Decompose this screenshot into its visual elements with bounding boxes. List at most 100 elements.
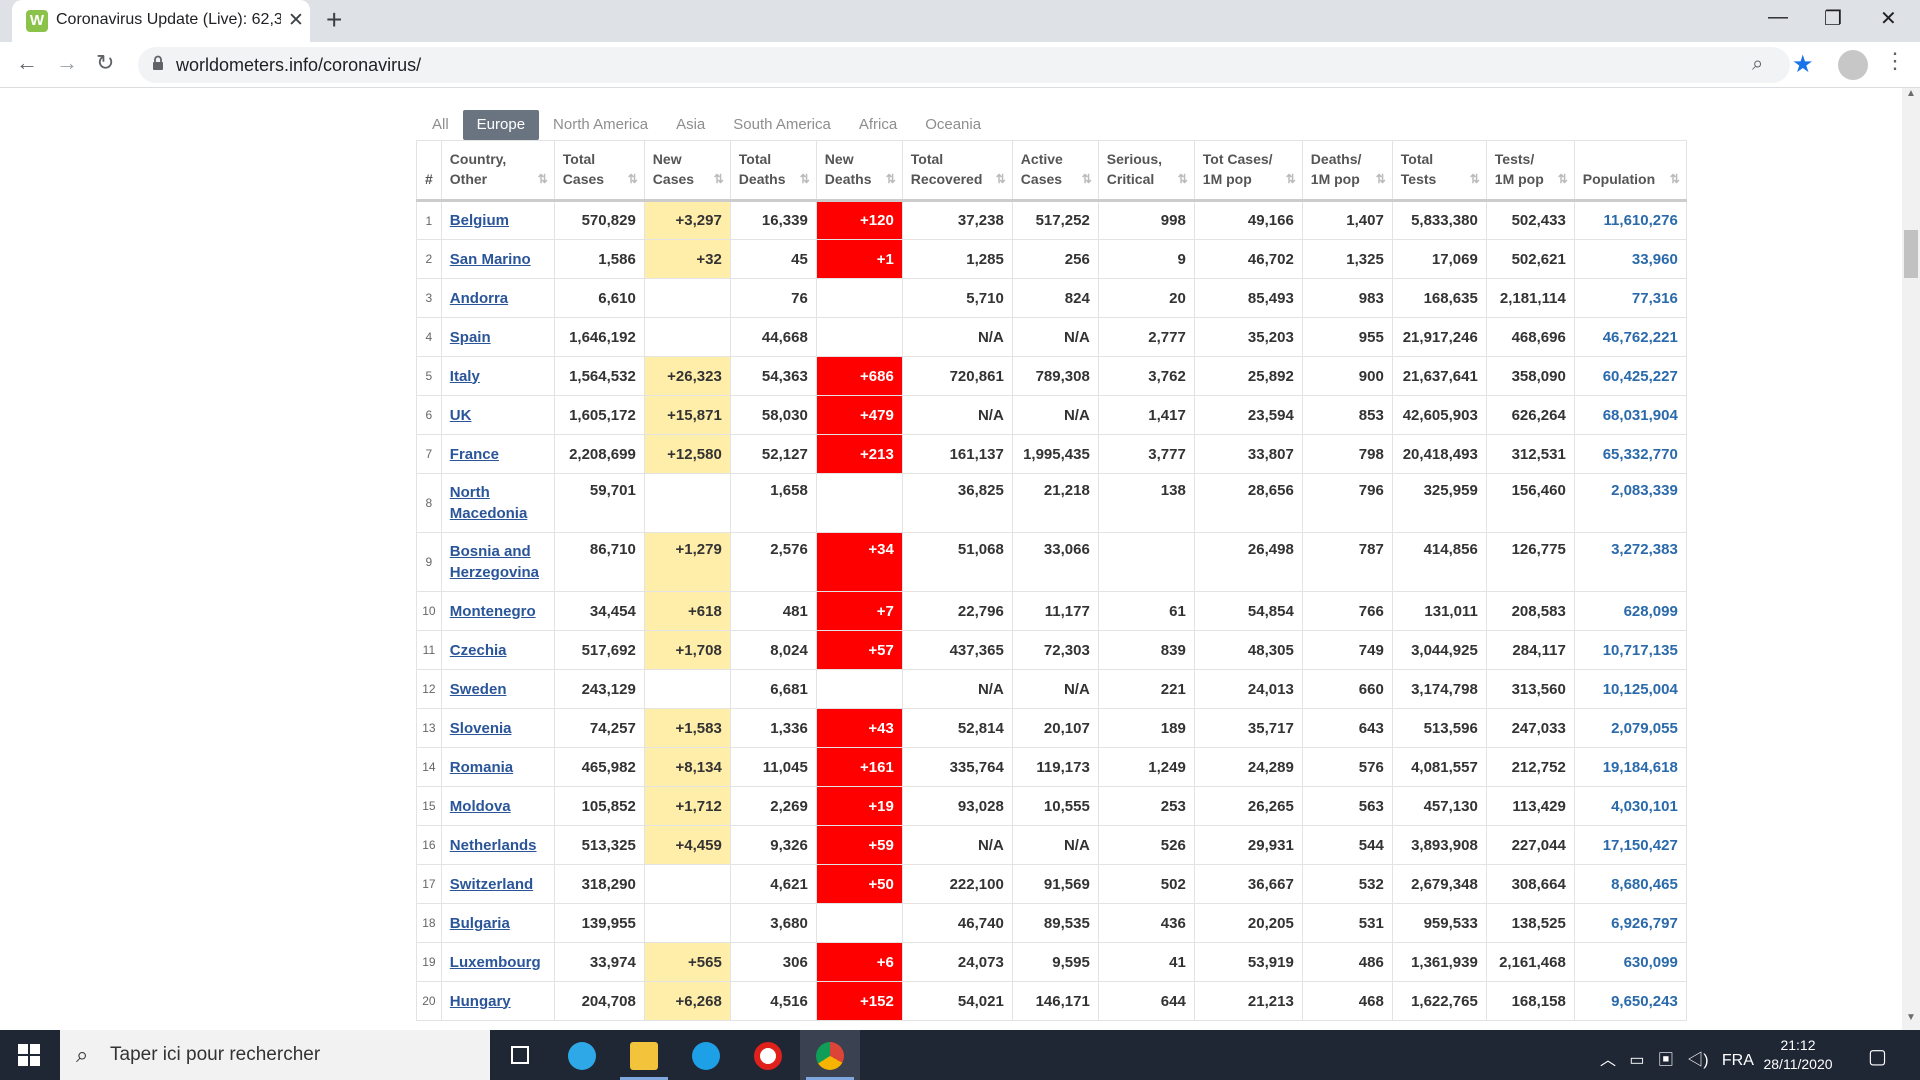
- column-header[interactable]: Total Recovered ⇅: [901, 140, 1013, 202]
- region-tab-europe[interactable]: Europe: [462, 110, 540, 140]
- table-row: 5 Italy 1,564,532 +26,323 54,363 +686 720,861 7…: [416, 356, 1687, 396]
- column-header[interactable]: Population ⇅: [1573, 140, 1687, 202]
- menu-dots-icon[interactable]: ⋮: [1884, 48, 1906, 74]
- chrome-icon[interactable]: [800, 1030, 860, 1080]
- region-tab-asia[interactable]: Asia: [662, 110, 719, 140]
- sort-icon[interactable]: ⇅: [1286, 169, 1296, 189]
- country-link[interactable]: Netherlands: [450, 837, 537, 854]
- notification-icon[interactable]: ▢: [1868, 1044, 1887, 1069]
- battery-icon[interactable]: ▭: [1629, 1052, 1644, 1069]
- region-tab-south-america[interactable]: South America: [719, 110, 845, 140]
- data-cell: 59,701: [553, 473, 645, 533]
- country-link[interactable]: UK: [450, 407, 472, 424]
- column-header[interactable]: Deaths/1M pop ⇅: [1301, 140, 1393, 202]
- country-link[interactable]: Luxembourg: [450, 954, 541, 971]
- browser-tab[interactable]: W Coronavirus Update (Live): 62,35 ✕: [12, 0, 310, 42]
- data-cell: 643: [1301, 708, 1393, 748]
- country-link[interactable]: Romania: [450, 759, 513, 776]
- volume-icon[interactable]: ◁): [1687, 1052, 1708, 1069]
- column-header[interactable]: Country, Other ⇅: [440, 140, 555, 202]
- table-row: 19 Luxembourg 33,974 +565 306 +6 24,073 9,595 41…: [416, 942, 1687, 982]
- data-cell: 306: [729, 942, 817, 982]
- sort-icon[interactable]: ⇅: [996, 169, 1006, 189]
- sort-icon[interactable]: ⇅: [628, 169, 638, 189]
- population-cell: 68,031,904: [1573, 395, 1687, 435]
- address-bar[interactable]: worldometers.info/coronavirus/ ⌕ ★: [138, 47, 1814, 83]
- skype-icon[interactable]: [676, 1030, 736, 1080]
- scroll-up-arrow-icon[interactable]: ▲: [1906, 88, 1916, 99]
- country-link[interactable]: San Marino: [450, 251, 531, 268]
- column-header[interactable]: Total Deaths ⇅: [729, 140, 817, 202]
- country-link[interactable]: Switzerland: [450, 876, 533, 893]
- region-tab-all[interactable]: All: [418, 110, 463, 140]
- country-link[interactable]: Czechia: [450, 642, 507, 659]
- file-explorer-icon[interactable]: [614, 1030, 674, 1080]
- data-cell: 544: [1301, 825, 1393, 865]
- sort-icon[interactable]: ⇅: [886, 169, 896, 189]
- edge-browser-icon[interactable]: [552, 1030, 612, 1080]
- column-header[interactable]: Serious, Critical ⇅: [1097, 140, 1195, 202]
- task-view-icon[interactable]: [490, 1030, 550, 1080]
- new-tab-icon[interactable]: +: [326, 5, 342, 35]
- country-link[interactable]: France: [450, 446, 499, 463]
- sort-icon[interactable]: ⇅: [1376, 169, 1386, 189]
- column-header[interactable]: Tests/1M pop ⇅: [1485, 140, 1575, 202]
- close-window-icon[interactable]: ✕: [1880, 6, 1897, 31]
- chevron-up-icon[interactable]: ︿: [1600, 1052, 1616, 1069]
- taskbar-search-box[interactable]: ⌕ Taper ici pour rechercher: [60, 1030, 490, 1080]
- column-header[interactable]: Total Cases ⇅: [553, 140, 645, 202]
- country-link[interactable]: Montenegro: [450, 603, 536, 620]
- country-link[interactable]: Belgium: [450, 212, 509, 229]
- sort-icon[interactable]: ⇅: [800, 169, 810, 189]
- column-header[interactable]: Total Tests ⇅: [1391, 140, 1487, 202]
- sort-icon[interactable]: ⇅: [1470, 169, 1480, 189]
- sort-icon[interactable]: ⇅: [1178, 169, 1188, 189]
- language-indicator[interactable]: FRA: [1722, 1052, 1754, 1069]
- bookmark-star-icon[interactable]: ★: [1792, 50, 1814, 79]
- sort-icon[interactable]: ⇅: [1670, 169, 1680, 189]
- sort-icon[interactable]: ⇅: [714, 169, 724, 189]
- tab-close-icon[interactable]: ✕: [288, 9, 304, 32]
- opera-icon[interactable]: [738, 1030, 798, 1080]
- forward-icon[interactable]: →: [56, 50, 78, 76]
- taskbar-clock[interactable]: 21:12 28/11/2020: [1758, 1036, 1838, 1074]
- data-cell: N/A: [901, 825, 1013, 865]
- region-tab-oceania[interactable]: Oceania: [911, 110, 995, 140]
- lock-icon: [153, 55, 163, 70]
- system-tray[interactable]: ︿ ▭ ▣ ◁) FRA: [1600, 1046, 1754, 1070]
- data-cell: 54,363: [729, 356, 817, 396]
- vertical-scrollbar[interactable]: ▲ ▼: [1902, 88, 1920, 1030]
- country-link[interactable]: Sweden: [450, 681, 507, 698]
- population-cell: 11,610,276: [1573, 200, 1687, 240]
- column-header[interactable]: Active Cases ⇅: [1011, 140, 1099, 202]
- network-icon[interactable]: ▣: [1658, 1052, 1674, 1069]
- country-link[interactable]: Hungary: [450, 993, 511, 1010]
- sort-icon[interactable]: ⇅: [1082, 169, 1092, 189]
- windows-start-icon[interactable]: [18, 1044, 40, 1066]
- minimize-icon[interactable]: —: [1768, 6, 1788, 29]
- column-header[interactable]: New Deaths ⇅: [815, 140, 903, 202]
- scroll-down-arrow-icon[interactable]: ▼: [1906, 1012, 1916, 1023]
- country-link[interactable]: North Macedonia: [450, 484, 528, 522]
- back-icon[interactable]: ←: [16, 50, 38, 76]
- country-link[interactable]: Bulgaria: [450, 915, 510, 932]
- country-link[interactable]: Slovenia: [450, 720, 512, 737]
- country-link[interactable]: Italy: [450, 368, 480, 385]
- sort-icon[interactable]: ⇅: [538, 169, 548, 189]
- reload-icon[interactable]: ↻: [96, 50, 114, 76]
- data-cell: 1,995,435: [1011, 434, 1099, 474]
- region-tab-africa[interactable]: Africa: [845, 110, 911, 140]
- scroll-thumb[interactable]: [1904, 230, 1918, 278]
- region-tab-north-america[interactable]: North America: [539, 110, 662, 140]
- column-header[interactable]: Tot Cases/1M pop ⇅: [1193, 140, 1303, 202]
- sort-icon[interactable]: ⇅: [1558, 169, 1568, 189]
- country-link[interactable]: Moldova: [450, 798, 511, 815]
- country-link[interactable]: Bosnia and Herzegovina: [450, 543, 539, 581]
- profile-avatar-icon[interactable]: [1838, 50, 1868, 80]
- maximize-icon[interactable]: ❐: [1824, 6, 1842, 31]
- country-link[interactable]: Andorra: [450, 290, 508, 307]
- column-header[interactable]: New Cases ⇅: [643, 140, 731, 202]
- zoom-icon[interactable]: ⌕: [1752, 53, 1763, 76]
- country-link[interactable]: Spain: [450, 329, 491, 346]
- new-cases-cell: +1,708: [643, 630, 731, 670]
